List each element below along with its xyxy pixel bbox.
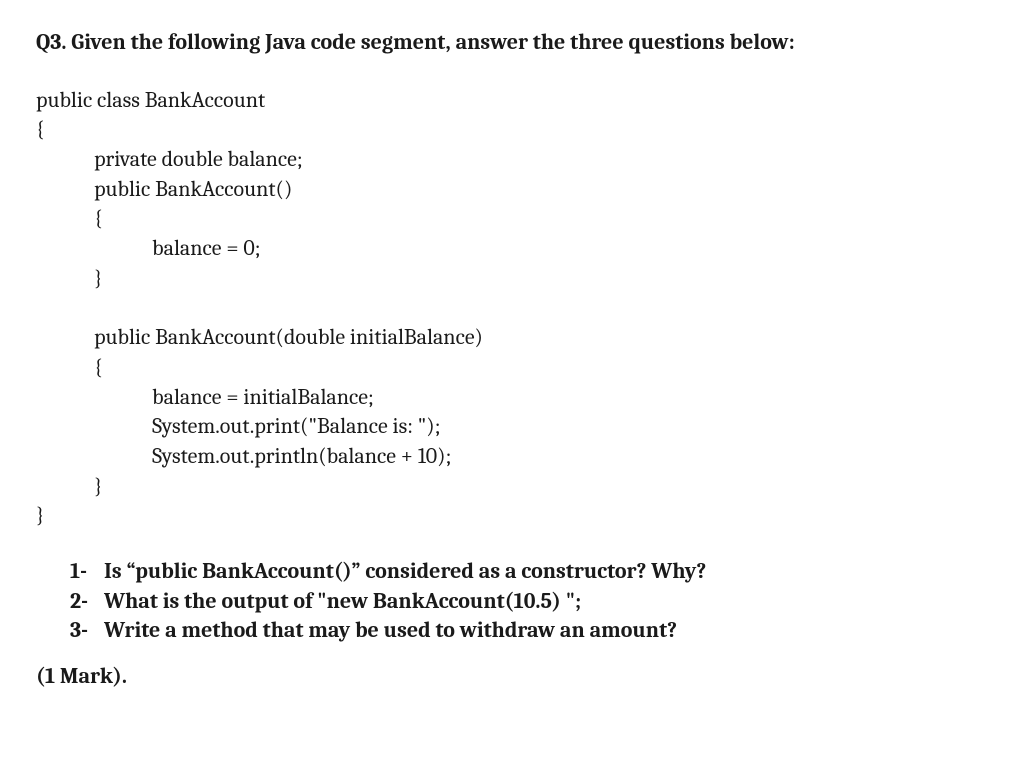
sub-question-text: Write a method that may be used to withd… <box>104 616 677 646</box>
sub-question-text: Is “public BankAccount()” considered as … <box>104 557 706 587</box>
sub-questions: 1- Is “public BankAccount()” considered … <box>70 557 988 646</box>
mark-label: (1 Mark). <box>36 662 988 692</box>
sub-question-num: 2- <box>70 587 104 617</box>
question-title: Q3. Given the following Java code segmen… <box>36 28 988 58</box>
sub-question-num: 1- <box>70 557 104 587</box>
sub-question-1: 1- Is “public BankAccount()” considered … <box>70 557 988 587</box>
sub-question-3: 3- Write a method that may be used to wi… <box>70 616 988 646</box>
sub-question-num: 3- <box>70 616 104 646</box>
sub-question-2: 2- What is the output of "new BankAccoun… <box>70 587 988 617</box>
sub-question-text: What is the output of "new BankAccount(1… <box>104 587 581 617</box>
code-segment: public class BankAccount { private doubl… <box>36 86 988 531</box>
